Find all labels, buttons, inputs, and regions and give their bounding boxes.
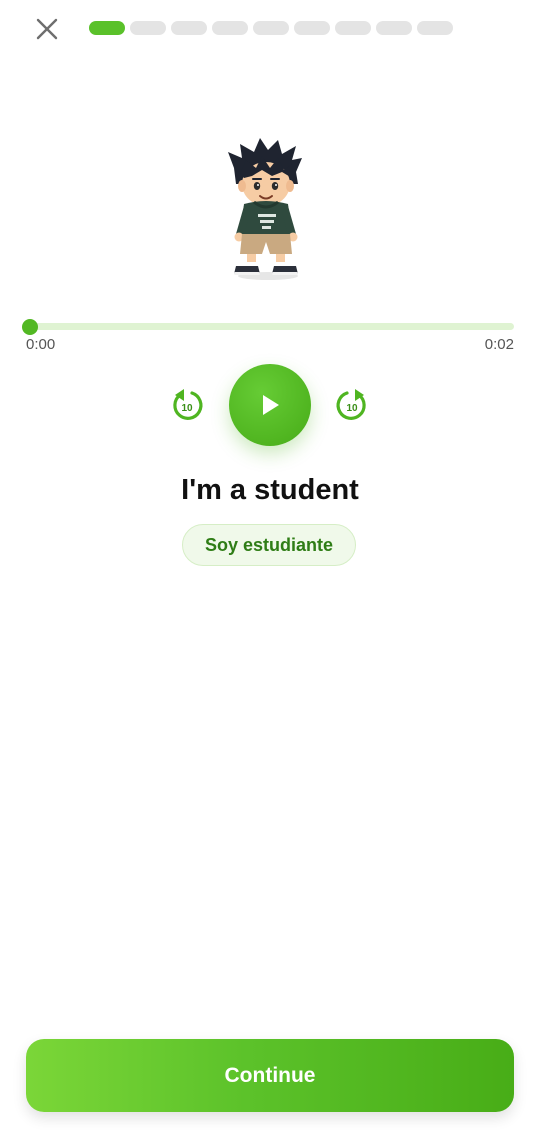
progress-segment	[417, 21, 453, 35]
translation-pill: Soy estudiante	[182, 524, 356, 566]
forward-10-icon: 10	[336, 389, 366, 420]
progress-segment	[130, 21, 166, 35]
student-avatar	[228, 138, 302, 280]
current-time: 0:00	[26, 336, 56, 353]
progress-segment	[253, 21, 289, 35]
audio-progress-track[interactable]	[30, 323, 514, 330]
close-button[interactable]	[30, 12, 64, 46]
play-icon	[263, 395, 279, 415]
progress-segment	[171, 21, 207, 35]
rewind-10-button[interactable]: 10	[168, 386, 206, 424]
phrase-text: I'm a student	[181, 474, 359, 506]
play-button[interactable]	[229, 364, 311, 446]
audio-scrub-handle[interactable]	[22, 319, 38, 335]
progress-segment	[335, 21, 371, 35]
progress-segment	[294, 21, 330, 35]
rewind-10-label: 10	[181, 403, 193, 414]
progress-segment	[212, 21, 248, 35]
translation-text: Soy estudiante	[204, 534, 334, 555]
close-icon	[36, 18, 58, 40]
forward-10-button[interactable]: 10	[333, 386, 371, 424]
forward-10-label: 10	[346, 403, 358, 414]
progress-segment	[89, 21, 125, 35]
continue-label: Continue	[224, 1063, 316, 1087]
lesson-progress-bar	[89, 21, 453, 35]
rewind-10-icon: 10	[173, 389, 203, 420]
progress-segment	[376, 21, 412, 35]
continue-button[interactable]: Continue	[26, 1039, 514, 1112]
duration-time: 0:02	[484, 336, 514, 353]
